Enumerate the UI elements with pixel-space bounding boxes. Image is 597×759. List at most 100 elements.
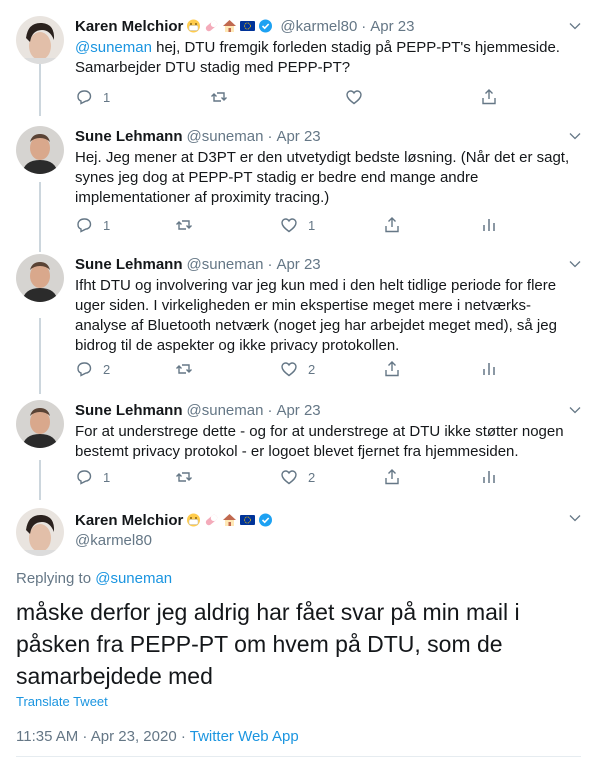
heart-icon (281, 470, 297, 485)
analytics-button[interactable] (480, 468, 498, 486)
tweet-header: Karen Melchior (75, 510, 276, 530)
timestamp[interactable]: 11:35 AM · Apr 23, 2020 · (16, 728, 190, 745)
tweet-date[interactable]: Apr 23 (370, 18, 414, 35)
house-emoji-icon (222, 19, 237, 33)
display-name[interactable]: Sune Lehmann (75, 128, 183, 145)
tweet-header: Karen Melchior @karmel80 · Apr 23 (75, 16, 415, 36)
separator-dot: · (267, 255, 273, 273)
chevron-down-icon[interactable] (569, 512, 581, 524)
avatar[interactable] (16, 126, 64, 174)
like-count: 2 (308, 469, 316, 485)
tweet-text: @suneman hej, DTU fremgik forleden stadi… (75, 38, 580, 78)
mask-emoji-icon (186, 19, 201, 33)
reply-button[interactable]: 1 (75, 88, 110, 106)
tweet-header: Sune Lehmann @suneman · Apr 23 (75, 400, 321, 420)
tweet-text: Hej. Jeg mener at D3PT er den utvetydigt… (75, 149, 570, 206)
tweet-date[interactable]: Apr 23 (276, 128, 320, 145)
separator-dot: · (361, 17, 367, 35)
avatar[interactable] (16, 254, 64, 302)
tweet-date[interactable]: Apr 23 (276, 402, 320, 419)
avatar[interactable] (16, 16, 64, 64)
like-button[interactable]: 2 (280, 468, 315, 486)
tweet[interactable]: Sune Lehmann @suneman · Apr 23 Ifht DTU … (0, 254, 597, 394)
chevron-down-icon[interactable] (569, 404, 581, 416)
house-emoji-icon (222, 513, 237, 527)
retweet-button[interactable] (175, 468, 193, 486)
chevron-down-icon[interactable] (569, 130, 581, 142)
translate-tweet-link[interactable]: Translate Tweet (16, 694, 108, 709)
share-button[interactable] (383, 360, 401, 378)
name-emojis (186, 19, 276, 33)
share-button[interactable] (480, 88, 498, 106)
analytics-button[interactable] (480, 360, 498, 378)
user-handle[interactable]: @karmel80 (75, 532, 152, 549)
mention-link[interactable]: @suneman (95, 570, 172, 587)
separator-dot: · (267, 127, 273, 145)
mention-link[interactable]: @suneman (75, 39, 152, 56)
mask-emoji-icon (186, 513, 201, 527)
verified-badge-icon (258, 19, 273, 33)
reply-icon (77, 470, 92, 485)
user-handle[interactable]: @suneman (187, 256, 264, 273)
share-button[interactable] (383, 216, 401, 234)
name-emojis (186, 513, 276, 527)
reply-button[interactable]: 1 (75, 468, 110, 486)
like-button[interactable] (345, 88, 363, 106)
share-icon (385, 217, 399, 233)
display-name[interactable]: Sune Lehmann (75, 256, 183, 273)
tweet-text: For at understrege dette - og for at und… (75, 423, 564, 460)
heart-icon (346, 90, 362, 105)
analytics-icon (483, 219, 495, 231)
tweet[interactable]: Karen Melchior @karmel80 · Apr 23 @sunem… (0, 16, 597, 116)
replying-to: Replying to @suneman (16, 570, 172, 587)
avatar[interactable] (16, 508, 64, 556)
display-name[interactable]: Sune Lehmann (75, 402, 183, 419)
tweet[interactable]: Sune Lehmann @suneman · Apr 23 For at un… (0, 400, 597, 498)
like-count: 1 (308, 217, 316, 233)
avatar[interactable] (16, 400, 64, 448)
pill-emoji-icon (204, 513, 219, 527)
focused-tweet: Karen Melchior @karmel80 Replying to @su… (0, 508, 597, 759)
tweet-timestamp: 11:35 AM · Apr 23, 2020 · Twitter Web Ap… (16, 728, 299, 745)
user-handle[interactable]: @karmel80 (280, 18, 357, 35)
chevron-down-icon[interactable] (569, 20, 581, 32)
reply-icon (77, 90, 92, 105)
tweet[interactable]: Sune Lehmann @suneman · Apr 23 Hej. Jeg … (0, 126, 597, 246)
tweet-actions: 1 2 (75, 468, 505, 488)
reply-count: 1 (103, 217, 111, 233)
share-icon (482, 89, 496, 105)
display-name[interactable]: Karen Melchior (75, 18, 183, 35)
source-link[interactable]: Twitter Web App (190, 728, 299, 745)
analytics-icon (483, 471, 495, 483)
share-icon (385, 469, 399, 485)
retweet-icon (176, 220, 192, 230)
user-handle[interactable]: @suneman (187, 128, 264, 145)
analytics-button[interactable] (480, 216, 498, 234)
reply-count: 2 (103, 361, 111, 377)
retweet-button[interactable] (175, 216, 193, 234)
tweet-actions: 1 1 (75, 216, 505, 236)
reply-button[interactable]: 2 (75, 360, 110, 378)
reply-button[interactable]: 1 (75, 216, 110, 234)
user-handle[interactable]: @suneman (187, 402, 264, 419)
eu-flag-icon (240, 513, 256, 527)
tweet-header: Sune Lehmann @suneman · Apr 23 (75, 126, 321, 146)
tweet-date[interactable]: Apr 23 (276, 256, 320, 273)
tweet-header: Sune Lehmann @suneman · Apr 23 (75, 254, 321, 274)
display-name[interactable]: Karen Melchior (75, 512, 183, 529)
reply-icon (77, 362, 92, 377)
reply-count: 1 (103, 89, 111, 105)
like-button[interactable]: 2 (280, 360, 315, 378)
share-button[interactable] (383, 468, 401, 486)
chevron-down-icon[interactable] (569, 258, 581, 270)
like-button[interactable]: 1 (280, 216, 315, 234)
retweet-button[interactable] (210, 88, 228, 106)
separator-dot: · (267, 401, 273, 419)
retweet-button[interactable] (175, 360, 193, 378)
retweet-icon (176, 472, 192, 482)
tweet-actions: 2 2 (75, 360, 505, 380)
retweet-icon (176, 364, 192, 374)
reply-icon (77, 218, 92, 233)
like-count: 2 (308, 361, 316, 377)
focused-tweet-text: måske derfor jeg aldrig har fået svar på… (16, 599, 520, 689)
